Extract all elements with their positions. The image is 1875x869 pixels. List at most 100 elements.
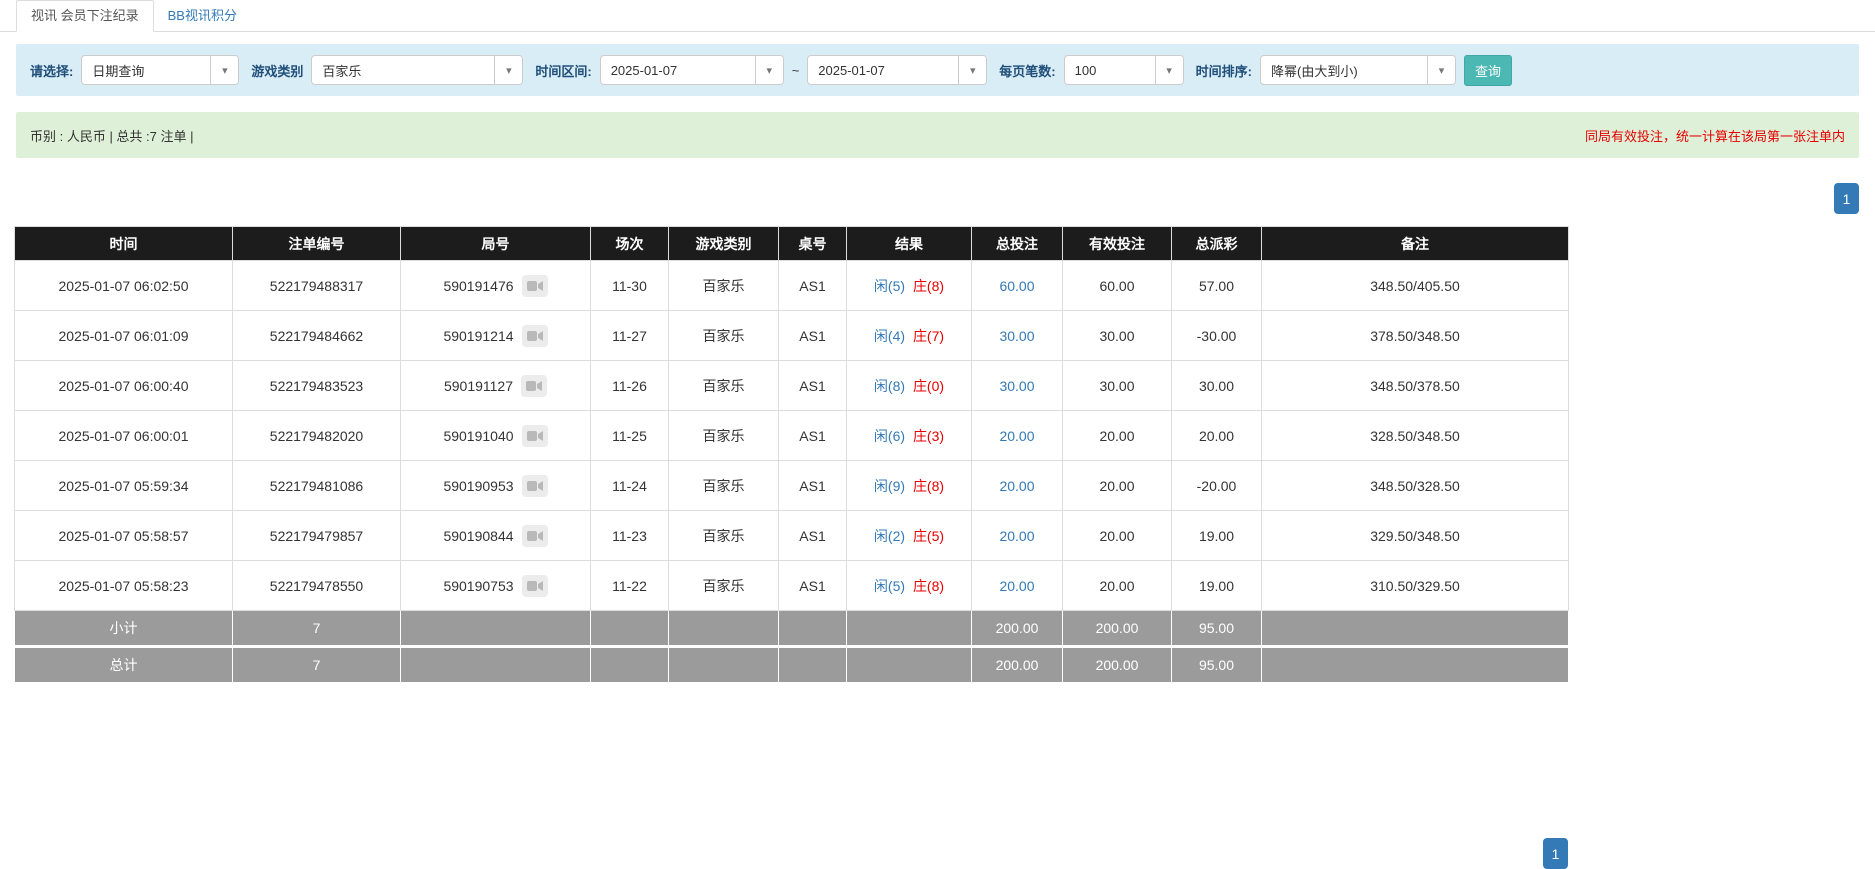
table-row: 2025-01-07 06:01:09 522179484662 5901912… — [15, 311, 1569, 361]
cell-valid-bet: 20.00 — [1063, 461, 1172, 511]
cell-note: 348.50/405.50 — [1262, 261, 1569, 311]
subtotal-count: 7 — [233, 611, 401, 647]
cell-result: 闲(5) 庄(8) — [847, 261, 972, 311]
page-1-button-bottom[interactable]: 1 — [1543, 838, 1568, 869]
table-row: 2025-01-07 06:02:50 522179488317 5901914… — [15, 261, 1569, 311]
filter-bar: 请选择: 日期查询 ▾ 游戏类别 百家乐 ▾ 时间区间: 2025-01-07 … — [16, 44, 1859, 96]
total-bet-link[interactable]: 30.00 — [999, 378, 1034, 394]
cell-total-bet: 30.00 — [972, 311, 1063, 361]
video-replay-icon[interactable] — [522, 475, 548, 497]
total-bet-link[interactable]: 20.00 — [999, 428, 1034, 444]
column-header-table-no: 桌号 — [779, 227, 847, 261]
cell-time: 2025-01-07 05:58:23 — [15, 561, 233, 611]
table-header-row: 时间 注单编号 局号 场次 游戏类别 桌号 结果 总投注 有效投注 总派彩 备注 — [15, 227, 1569, 261]
total-payout: 95.00 — [1172, 647, 1262, 683]
total-bet-link[interactable]: 60.00 — [999, 278, 1034, 294]
cell-total-bet: 20.00 — [972, 461, 1063, 511]
cell-payout: -20.00 — [1172, 461, 1262, 511]
page-1-button[interactable]: 1 — [1834, 183, 1859, 214]
cell-table-no: AS1 — [779, 361, 847, 411]
video-replay-icon[interactable] — [522, 325, 548, 347]
date-to-select[interactable]: 2025-01-07 ▾ — [807, 55, 987, 85]
total-count: 7 — [233, 647, 401, 683]
chevron-down-icon[interactable]: ▾ — [1427, 56, 1455, 84]
column-header-round-id: 局号 — [401, 227, 591, 261]
cell-payout: 20.00 — [1172, 411, 1262, 461]
chevron-down-icon[interactable]: ▾ — [210, 56, 238, 84]
cell-note: 378.50/348.50 — [1262, 311, 1569, 361]
subtotal-payout: 95.00 — [1172, 611, 1262, 647]
total-label: 总计 — [15, 647, 233, 683]
per-page-label: 每页笔数: — [999, 61, 1055, 80]
table-body: 2025-01-07 06:02:50 522179488317 5901914… — [15, 261, 1569, 611]
video-replay-icon[interactable] — [522, 575, 548, 597]
result-player: 闲(9) — [874, 478, 905, 494]
tab-bb-points[interactable]: BB视讯积分 — [154, 1, 251, 31]
table-row: 2025-01-07 05:58:23 522179478550 5901907… — [15, 561, 1569, 611]
total-bet-link[interactable]: 20.00 — [999, 528, 1034, 544]
result-banker: 庄(0) — [913, 378, 944, 394]
round-id-text: 590191127 — [444, 378, 513, 394]
date-from-select[interactable]: 2025-01-07 ▾ — [600, 55, 784, 85]
cell-payout: 19.00 — [1172, 511, 1262, 561]
total-bet-link[interactable]: 30.00 — [999, 328, 1034, 344]
column-header-note: 备注 — [1262, 227, 1569, 261]
cell-valid-bet: 60.00 — [1063, 261, 1172, 311]
video-replay-icon[interactable] — [522, 525, 548, 547]
column-header-total-bet: 总投注 — [972, 227, 1063, 261]
cell-table-no: AS1 — [779, 561, 847, 611]
cell-round-id: 590191476 — [401, 261, 591, 311]
chevron-down-icon[interactable]: ▾ — [1155, 56, 1183, 84]
video-replay-icon[interactable] — [522, 425, 548, 447]
cell-valid-bet: 20.00 — [1063, 561, 1172, 611]
select-type-label: 请选择: — [30, 61, 73, 80]
result-banker: 庄(5) — [913, 528, 944, 544]
cell-bet-id: 522179479857 — [233, 511, 401, 561]
per-page-select[interactable]: 100 ▾ — [1064, 55, 1184, 85]
cell-note: 329.50/348.50 — [1262, 511, 1569, 561]
game-type-select[interactable]: 百家乐 ▾ — [311, 55, 523, 85]
cell-session: 11-23 — [591, 511, 669, 561]
table-row: 2025-01-07 06:00:01 522179482020 5901910… — [15, 411, 1569, 461]
cell-result: 闲(5) 庄(8) — [847, 561, 972, 611]
chevron-down-icon[interactable]: ▾ — [755, 56, 783, 84]
tab-betting-records[interactable]: 视讯 会员下注纪录 — [16, 0, 154, 32]
cell-result: 闲(4) 庄(7) — [847, 311, 972, 361]
subtotal-total-bet: 200.00 — [972, 611, 1063, 647]
cell-valid-bet: 20.00 — [1063, 411, 1172, 461]
cell-round-id: 590191214 — [401, 311, 591, 361]
result-player: 闲(4) — [874, 328, 905, 344]
cell-round-id: 590190953 — [401, 461, 591, 511]
chevron-down-icon[interactable]: ▾ — [958, 56, 986, 84]
query-button[interactable]: 查询 — [1464, 55, 1512, 86]
round-id-text: 590191040 — [443, 428, 513, 444]
cell-result: 闲(6) 庄(3) — [847, 411, 972, 461]
cell-time: 2025-01-07 06:00:40 — [15, 361, 233, 411]
cell-game-type: 百家乐 — [669, 561, 779, 611]
cell-session: 11-22 — [591, 561, 669, 611]
subtotal-row: 小计 7 200.00 200.00 95.00 — [15, 611, 1569, 647]
sort-select[interactable]: 降幂(由大到小) ▾ — [1260, 55, 1456, 85]
cell-table-no: AS1 — [779, 311, 847, 361]
cell-valid-bet: 30.00 — [1063, 311, 1172, 361]
result-banker: 庄(8) — [913, 278, 944, 294]
column-header-game-type: 游戏类别 — [669, 227, 779, 261]
table-row: 2025-01-07 05:58:57 522179479857 5901908… — [15, 511, 1569, 561]
cell-note: 348.50/378.50 — [1262, 361, 1569, 411]
cell-total-bet: 30.00 — [972, 361, 1063, 411]
table-row: 2025-01-07 06:00:40 522179483523 5901911… — [15, 361, 1569, 411]
video-replay-icon[interactable] — [522, 275, 548, 297]
round-id-text: 590191476 — [443, 278, 513, 294]
cell-total-bet: 20.00 — [972, 511, 1063, 561]
total-bet-link[interactable]: 20.00 — [999, 478, 1034, 494]
cell-time: 2025-01-07 06:01:09 — [15, 311, 233, 361]
time-range-label: 时间区间: — [535, 61, 591, 80]
cell-game-type: 百家乐 — [669, 311, 779, 361]
cell-total-bet: 20.00 — [972, 561, 1063, 611]
cell-payout: 19.00 — [1172, 561, 1262, 611]
video-replay-icon[interactable] — [521, 375, 547, 397]
total-bet-link[interactable]: 20.00 — [999, 578, 1034, 594]
query-type-select[interactable]: 日期查询 ▾ — [81, 55, 239, 85]
cell-game-type: 百家乐 — [669, 411, 779, 461]
chevron-down-icon[interactable]: ▾ — [494, 56, 522, 84]
